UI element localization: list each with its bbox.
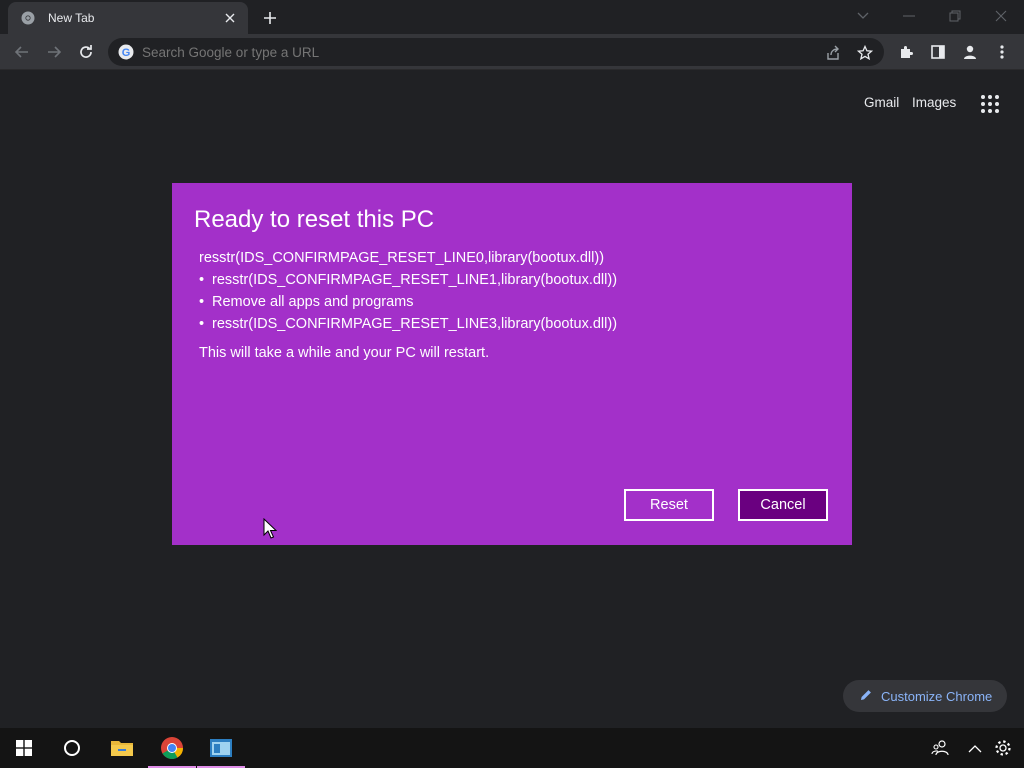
chevron-down-icon[interactable] bbox=[850, 4, 876, 28]
gmail-link[interactable]: Gmail bbox=[864, 95, 899, 110]
google-g-icon: G bbox=[118, 44, 134, 60]
omnibox[interactable]: G bbox=[108, 38, 884, 66]
message-line: • Remove all apps and programs bbox=[199, 294, 414, 310]
profile-icon[interactable] bbox=[956, 38, 984, 66]
chrome-favicon-icon bbox=[20, 10, 36, 26]
reset-app-icon[interactable] bbox=[197, 728, 245, 768]
settings-gear-icon[interactable] bbox=[991, 736, 1015, 760]
search-input[interactable] bbox=[142, 44, 884, 60]
dialog-message-list: resstr(IDS_CONFIRMPAGE_RESET_LINE0,libra… bbox=[199, 247, 617, 335]
forward-icon[interactable] bbox=[40, 38, 68, 66]
cortana-icon[interactable] bbox=[48, 728, 96, 768]
tab-title: New Tab bbox=[48, 11, 95, 25]
side-panel-icon[interactable] bbox=[924, 38, 952, 66]
browser-toolbar: G bbox=[0, 34, 1024, 70]
people-icon[interactable] bbox=[928, 736, 952, 760]
file-explorer-icon[interactable] bbox=[98, 728, 146, 768]
message-line: • resstr(IDS_CONFIRMPAGE_RESET_LINE3,libr… bbox=[199, 316, 618, 332]
star-icon[interactable] bbox=[854, 42, 876, 64]
reload-icon[interactable] bbox=[72, 38, 100, 66]
plus-icon[interactable] bbox=[258, 6, 282, 30]
chrome-icon[interactable] bbox=[148, 728, 196, 768]
close-window-icon[interactable] bbox=[988, 4, 1014, 28]
reset-pc-dialog: Ready to reset this PC resstr(IDS_CONFIR… bbox=[172, 183, 852, 545]
back-icon[interactable] bbox=[8, 38, 36, 66]
images-link[interactable]: Images bbox=[912, 95, 956, 110]
share-icon[interactable] bbox=[822, 42, 844, 64]
windows-start-icon[interactable] bbox=[0, 728, 48, 768]
customize-chrome-button[interactable]: Customize Chrome bbox=[843, 680, 1007, 712]
customize-label: Customize Chrome bbox=[881, 688, 993, 704]
restore-icon[interactable] bbox=[942, 4, 968, 28]
windows-taskbar bbox=[0, 728, 1024, 768]
more-icon[interactable] bbox=[988, 38, 1016, 66]
mouse-cursor-icon bbox=[263, 517, 278, 540]
apps-grid-icon[interactable] bbox=[978, 92, 1002, 116]
pencil-icon bbox=[859, 688, 873, 705]
svg-text:G: G bbox=[122, 47, 131, 59]
extensions-icon[interactable] bbox=[892, 38, 920, 66]
close-icon[interactable] bbox=[222, 10, 238, 26]
minimize-icon[interactable] bbox=[896, 4, 922, 28]
cancel-button[interactable]: Cancel bbox=[738, 489, 828, 521]
message-line: resstr(IDS_CONFIRMPAGE_RESET_LINE0,libra… bbox=[199, 250, 605, 266]
message-line: • resstr(IDS_CONFIRMPAGE_RESET_LINE1,libr… bbox=[199, 272, 618, 288]
chevron-up-icon[interactable] bbox=[963, 736, 987, 760]
browser-tab[interactable]: New Tab bbox=[8, 2, 248, 34]
dialog-title: Ready to reset this PC bbox=[194, 206, 435, 233]
reset-button[interactable]: Reset bbox=[624, 489, 714, 521]
tab-strip: New Tab bbox=[0, 0, 1024, 34]
dialog-note: This will take a while and your PC will … bbox=[199, 345, 490, 361]
